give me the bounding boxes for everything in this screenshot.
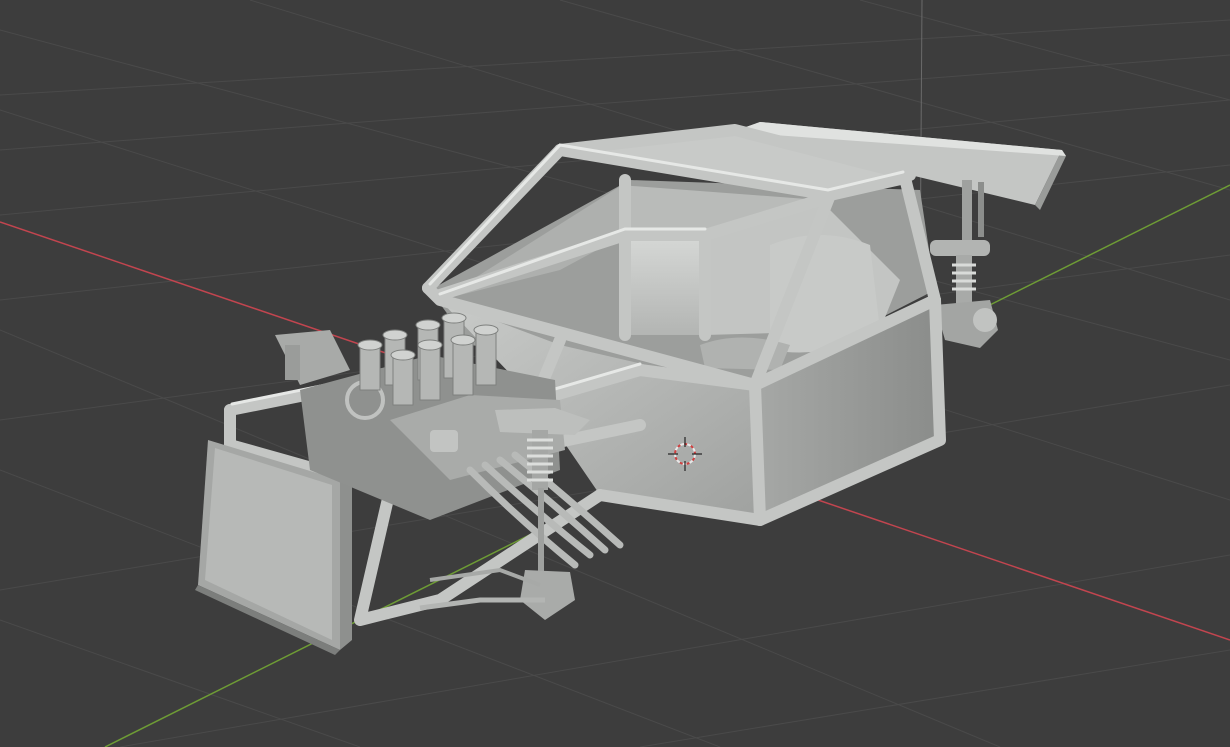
- viewport-canvas[interactable]: [0, 0, 1230, 747]
- 3d-viewport[interactable]: [0, 0, 1230, 747]
